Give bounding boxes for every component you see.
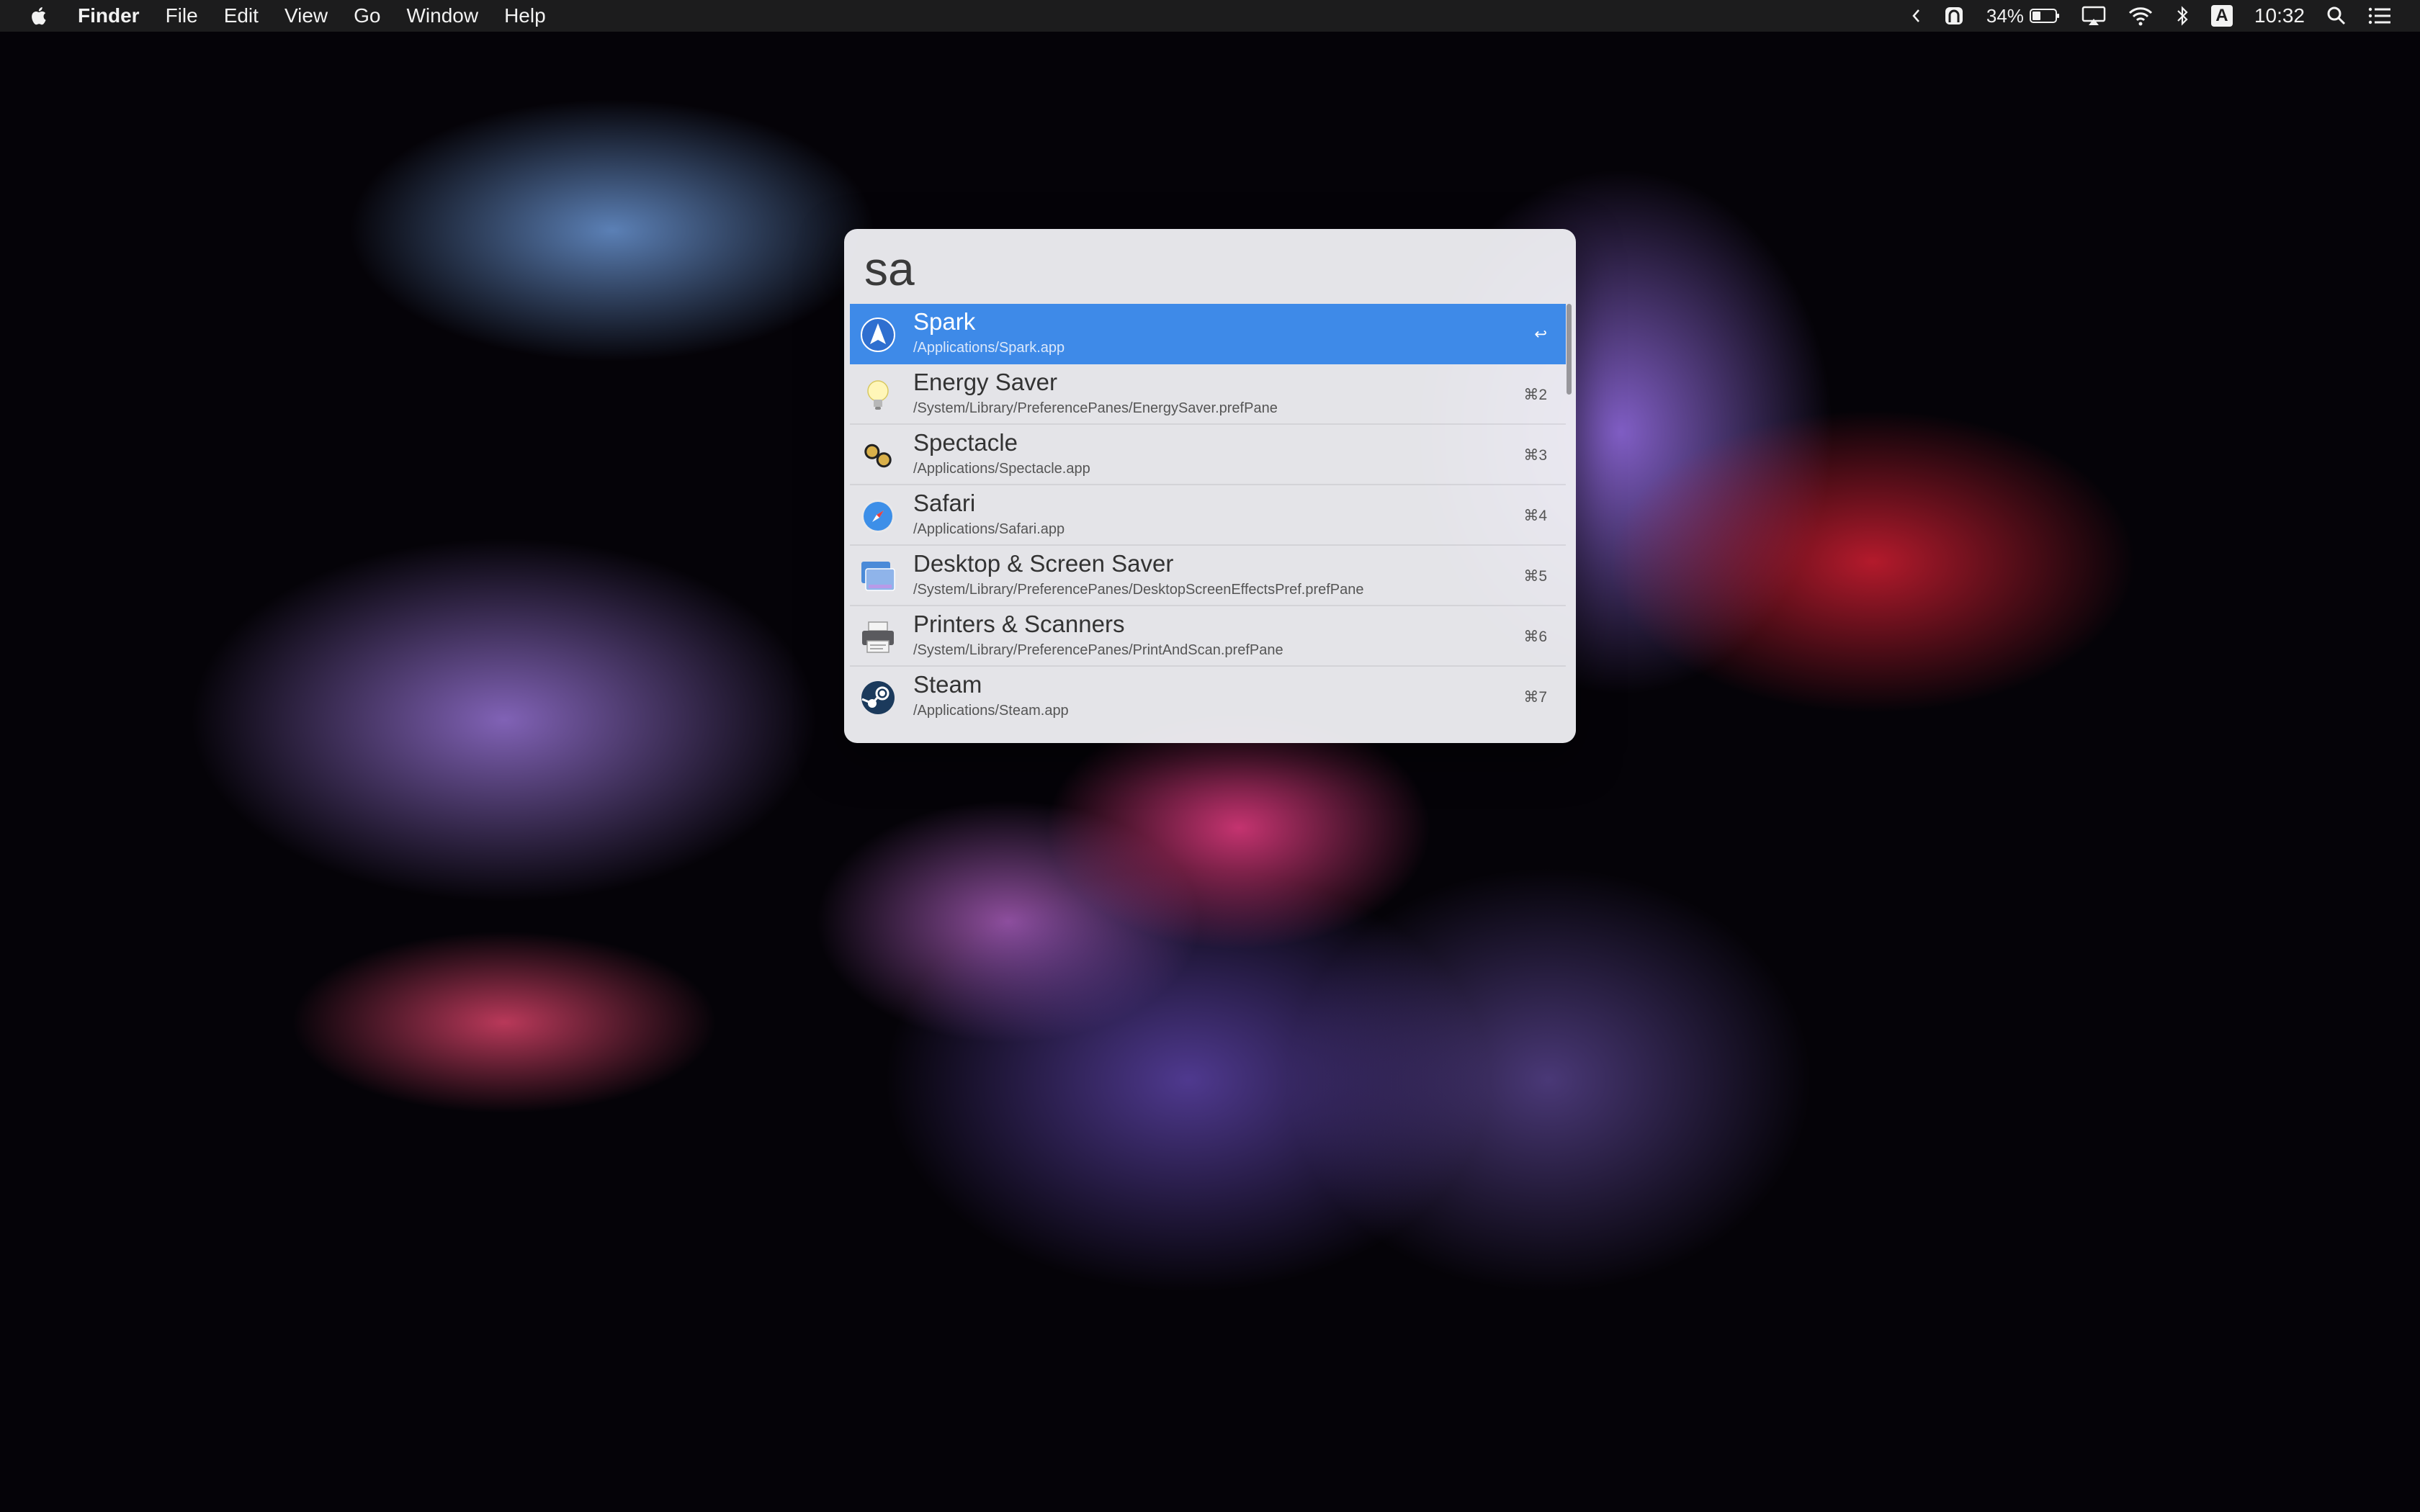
result-title: Printers & Scanners — [913, 611, 1125, 637]
spotlight-search-icon[interactable] — [2326, 6, 2347, 26]
airplay-icon[interactable] — [2081, 6, 2106, 26]
result-title: Safari — [913, 490, 976, 516]
result-path: /System/Library/PreferencePanes/PrintAnd… — [913, 642, 1283, 658]
result-path: /System/Library/PreferencePanes/DesktopS… — [913, 582, 1364, 598]
result-row-spectacle[interactable]: Spectacle /Applications/Spectacle.app ⌘3 — [850, 425, 1566, 485]
bluetooth-icon[interactable] — [2175, 5, 2190, 27]
menu-view[interactable]: View — [284, 4, 328, 27]
steam-icon — [860, 680, 896, 716]
result-title: Energy Saver — [913, 369, 1057, 395]
search-input[interactable] — [864, 239, 1512, 298]
apple-menu-icon[interactable] — [29, 5, 50, 27]
result-path: /System/Library/PreferencePanes/EnergySa… — [913, 400, 1278, 416]
lightbulb-icon — [860, 377, 896, 413]
result-shortcut: ⌘4 — [1523, 508, 1547, 524]
lock-app-icon[interactable] — [1943, 5, 1965, 27]
results-list: Spark /Applications/Spark.app ↩ Energy S… — [850, 304, 1566, 727]
menu-app-name[interactable]: Finder — [78, 4, 140, 27]
result-path: /Applications/Spark.app — [913, 340, 1065, 356]
menu-edit[interactable]: Edit — [224, 4, 259, 27]
wifi-icon[interactable] — [2128, 6, 2154, 26]
status-area: 34% A 10:32 — [1890, 0, 2391, 32]
battery-percent: 34% — [1986, 4, 2024, 27]
result-shortcut: ⌘6 — [1523, 629, 1547, 645]
spark-icon — [860, 317, 896, 353]
result-row-spark[interactable]: Spark /Applications/Spark.app ↩ — [850, 304, 1566, 364]
result-row-printers-scanners[interactable]: Printers & Scanners /System/Library/Pref… — [850, 606, 1566, 667]
launcher-panel: Spark /Applications/Spark.app ↩ Energy S… — [844, 229, 1576, 743]
printer-icon — [860, 619, 896, 655]
input-source-label: A — [2210, 5, 2233, 27]
menu-help[interactable]: Help — [504, 4, 546, 27]
result-path: /Applications/Steam.app — [913, 703, 1069, 719]
result-row-safari[interactable]: Safari /Applications/Safari.app ⌘4 — [850, 485, 1566, 546]
result-title: Spectacle — [913, 429, 1018, 456]
result-shortcut: ⌘3 — [1523, 447, 1547, 464]
battery-icon[interactable] — [2029, 8, 2060, 24]
result-title: Spark — [913, 308, 976, 335]
result-row-steam[interactable]: Steam /Applications/Steam.app ⌘7 — [850, 667, 1566, 727]
input-source-icon[interactable]: A — [2210, 5, 2233, 27]
clock[interactable]: 10:32 — [2254, 4, 2305, 27]
results-scrollbar[interactable] — [1567, 304, 1572, 395]
result-path: /Applications/Safari.app — [913, 521, 1065, 537]
menu-bar: Finder File Edit View Go Window Help 34%… — [0, 0, 2420, 32]
result-shortcut: ⌘7 — [1523, 689, 1547, 706]
result-shortcut: ⌘2 — [1523, 387, 1547, 403]
menu-window[interactable]: Window — [406, 4, 478, 27]
result-row-energy-saver[interactable]: Energy Saver /System/Library/PreferenceP… — [850, 364, 1566, 425]
result-title: Steam — [913, 671, 982, 698]
notification-center-icon[interactable] — [2368, 6, 2391, 25]
safari-compass-icon — [860, 498, 896, 534]
menu-go[interactable]: Go — [354, 4, 380, 27]
result-shortcut: ⌘5 — [1523, 568, 1547, 585]
result-path: /Applications/Spectacle.app — [913, 461, 1090, 477]
result-shortcut: ↩ — [1534, 326, 1547, 343]
chevron-left-icon[interactable] — [1912, 8, 1922, 24]
result-row-desktop-screen-saver[interactable]: Desktop & Screen Saver /System/Library/P… — [850, 546, 1566, 606]
result-title: Desktop & Screen Saver — [913, 550, 1174, 577]
desktop-screensaver-icon — [860, 559, 896, 595]
glasses-icon — [860, 438, 896, 474]
menu-file[interactable]: File — [166, 4, 198, 27]
